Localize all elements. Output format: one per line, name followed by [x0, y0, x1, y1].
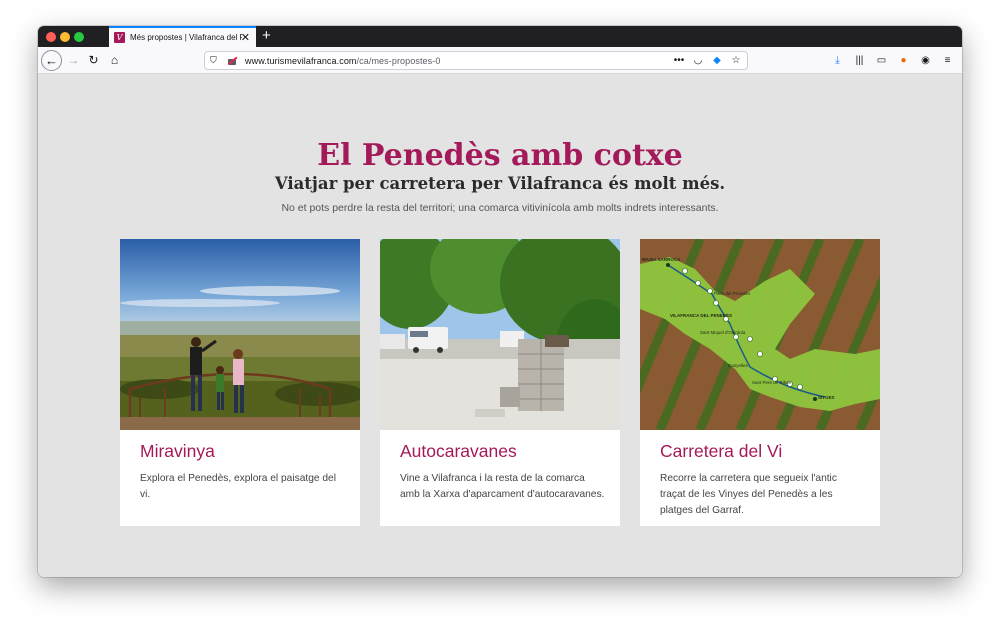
page-content: El Penedès amb cotxe Viatjar per carrete… — [38, 74, 962, 577]
tracking-protection-shield-icon[interactable]: ⛉ — [210, 55, 222, 66]
downloads-icon[interactable]: ⤓ — [829, 52, 846, 69]
library-icon[interactable]: ||| — [851, 52, 868, 69]
map-label: VILAFRANCA DEL PENEDÈS — [670, 311, 732, 318]
map-label: Canyelles — [728, 363, 749, 368]
tab-close-icon[interactable]: ✕ — [241, 31, 250, 45]
site-favicon-icon: V — [114, 32, 125, 43]
extension-icon[interactable]: ◆ — [710, 53, 724, 68]
sidebar-icon[interactable]: ▭ — [873, 52, 890, 69]
card-image-autocaravanes[interactable] — [380, 239, 620, 430]
extension-colorful-icon[interactable]: ● — [895, 52, 912, 69]
card-autocaravanes[interactable]: Autocaravanes Vine a Vilafranca i la res… — [380, 239, 620, 526]
map-label: MASIA SARROCA — [642, 257, 681, 262]
card-title-carretera-del-vi[interactable]: Carretera del Vi — [660, 441, 782, 462]
reload-icon[interactable]: ↻ — [85, 52, 102, 69]
map-label: Pacs del Penedès — [714, 291, 751, 296]
card-text-miravinya: Explora el Penedès, explora el paisatge … — [140, 473, 336, 500]
new-tab-icon[interactable]: + — [262, 28, 271, 43]
account-icon[interactable]: ◉ — [917, 52, 934, 69]
navigation-toolbar: ← → ↻ ⌂ ⛉ www.turismevilafranca.com/ca/m… — [38, 47, 962, 74]
card-carretera-del-vi[interactable]: MASIA SARROCA Pacs del Penedès VILAFRANC… — [640, 239, 880, 526]
card-image-miravinya[interactable] — [120, 239, 360, 430]
card-title-miravinya[interactable]: Miravinya — [140, 441, 215, 462]
card-text-autocaravanes: Vine a Vilafranca i la resta de la comar… — [400, 473, 605, 500]
back-arrow-icon[interactable]: ← — [41, 50, 62, 71]
page-subheading: Viatjar per carretera per Vilafranca és … — [274, 174, 726, 193]
map-label: Sant Miquel d'Olèrdola — [700, 330, 746, 335]
tab-active[interactable]: V Més propostes | Vilafranca del Penedès… — [109, 26, 256, 47]
tab-title: Més propostes | Vilafranca del Penedès — [130, 33, 242, 42]
menu-hamburger-icon[interactable]: ≡ — [939, 52, 956, 69]
card-miravinya[interactable]: Miravinya Explora el Penedès, explora el… — [120, 239, 360, 526]
card-title-autocaravanes[interactable]: Autocaravanes — [400, 441, 517, 462]
map-label: Sant Pere de Ribes — [752, 380, 792, 385]
pocket-icon[interactable]: ◡ — [691, 53, 705, 68]
bookmark-star-icon[interactable]: ☆ — [729, 53, 743, 68]
close-window-button[interactable] — [46, 32, 56, 42]
url-text[interactable]: www.turismevilafranca.com/ca/mes-propost… — [245, 56, 440, 66]
home-icon[interactable]: ⌂ — [106, 52, 123, 69]
address-bar[interactable]: ⛉ www.turismevilafranca.com/ca/mes-propo… — [204, 51, 748, 70]
map-label: SITGES — [818, 395, 835, 400]
page-intro: No et pots perdre la resta del territori… — [281, 202, 719, 214]
minimize-window-button[interactable] — [60, 32, 70, 42]
zoom-window-button[interactable] — [74, 32, 84, 42]
page-actions-icon[interactable]: ••• — [672, 53, 686, 68]
card-image-carretera-del-vi[interactable]: MASIA SARROCA Pacs del Penedès VILAFRANC… — [640, 239, 880, 430]
tab-bar: V Més propostes | Vilafranca del Penedès… — [38, 26, 962, 47]
card-text-carretera-del-vi: Recorre la carretera que segueix l'antic… — [660, 473, 837, 516]
insecure-lock-icon[interactable] — [227, 56, 237, 66]
forward-arrow-icon[interactable]: → — [65, 52, 82, 69]
browser-window: V Més propostes | Vilafranca del Penedès… — [38, 26, 962, 577]
page-heading: El Penedès amb cotxe — [317, 138, 683, 173]
